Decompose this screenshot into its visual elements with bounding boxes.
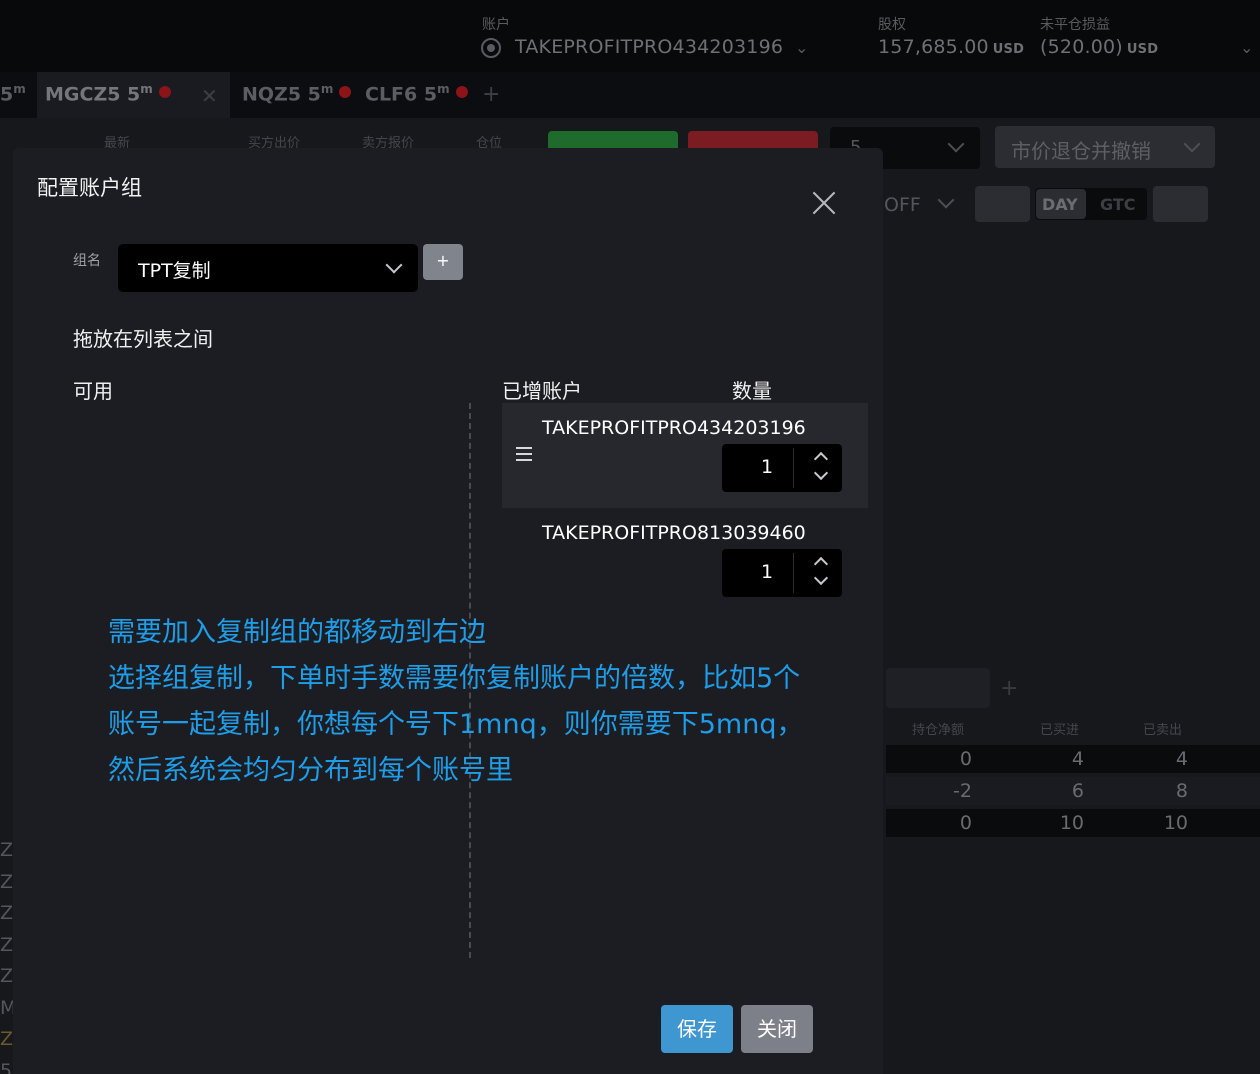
account-icon [481, 38, 501, 58]
tif-day[interactable]: DAY [1042, 195, 1078, 214]
account-label: 账户 [482, 17, 510, 33]
col-bought: 已买进 [1040, 723, 1080, 738]
add-tab-icon[interactable]: + [482, 82, 500, 107]
chevron-up-icon[interactable] [806, 551, 836, 572]
added-account-item[interactable]: TAKEPROFITPRO813039460 1 [502, 508, 868, 613]
table-row[interactable]: 0 10 10 [886, 809, 1260, 837]
chevron-up-icon[interactable] [806, 446, 836, 467]
group-name-value: TPT复制 [138, 260, 211, 282]
table-row[interactable]: -2 6 8 [886, 777, 1260, 805]
note-line: 然后系统会均匀分布到每个账号里 [108, 755, 513, 786]
quantity-stepper[interactable]: 1 [722, 444, 842, 492]
add-group-button[interactable]: + [423, 244, 463, 280]
close-icon[interactable] [809, 188, 839, 218]
annotation-note: 需要加入复制组的都移动到右边 选择组复制，下单时手数需要你复制账户的倍数，比如5… [108, 610, 803, 794]
quantity-value[interactable]: 1 [722, 561, 812, 583]
table-row[interactable]: 0 4 4 [886, 745, 1260, 773]
quantity-stepper[interactable]: 1 [722, 549, 842, 597]
quantity-value[interactable]: 1 [722, 456, 812, 478]
tab-partial[interactable]: 5m [0, 82, 26, 105]
chevron-down-icon [937, 191, 955, 209]
configure-account-group-dialog: 配置账户组 组名 TPT复制 + 拖放在列表之间 可用 已增账户 数量 TAKE… [13, 148, 883, 1074]
added-list-header: 已增账户 [502, 379, 582, 403]
chevron-down-icon[interactable]: ⌄ [795, 38, 808, 57]
tab-clf6[interactable]: CLF6 5m [365, 82, 468, 105]
account-name: TAKEPROFITPRO813039460 [542, 522, 806, 544]
col-sold: 已卖出 [1143, 723, 1183, 738]
added-account-item[interactable]: TAKEPROFITPRO434203196 1 [502, 403, 868, 508]
unrealized-value: (520.00) USD [1040, 36, 1159, 58]
tab-nqz5[interactable]: NQZ5 5m [242, 82, 352, 105]
note-line: 需要加入复制组的都移动到右边 [108, 617, 486, 648]
col-net-position: 持仓净额 [912, 723, 965, 738]
tab-mgcz5[interactable]: MGCZ5 5m [45, 82, 171, 105]
chart-tabs: 5m MGCZ5 5m NQZ5 5m CLF6 5m [0, 72, 1260, 118]
add-panel-icon[interactable]: + [1000, 676, 1018, 701]
save-button[interactable]: 保存 [661, 1005, 733, 1053]
bracket-off-label[interactable]: OFF [884, 194, 921, 216]
chevron-down-icon [385, 256, 403, 274]
quantity-header: 数量 [732, 379, 772, 403]
chevron-down-icon[interactable] [806, 570, 836, 593]
top-bar: 账户 TAKEPROFITPRO434203196 ⌄ 股权 157,685.0… [0, 0, 1260, 72]
account-selector[interactable]: TAKEPROFITPRO434203196 [515, 36, 783, 58]
live-dot-icon [339, 86, 352, 99]
side-symbol-column: ZZZZZMZ5E [0, 839, 24, 1074]
settings-gear-icon[interactable] [975, 186, 1030, 222]
group-name-label: 组名 [73, 253, 101, 269]
flatten-cancel-label: 市价退仓并撤销 [1011, 139, 1151, 163]
group-name-select[interactable]: TPT复制 [118, 244, 418, 292]
note-line: 账号一起复制，你想每个号下1mnq，则你需要下5mnq， [108, 709, 804, 740]
tif-gtc[interactable]: GTC [1100, 195, 1136, 214]
available-list-header: 可用 [73, 379, 113, 403]
unrealized-label: 未平仓损益 [1040, 17, 1110, 33]
settings-gear-icon[interactable] [1153, 186, 1208, 222]
account-name: TAKEPROFITPRO434203196 [542, 417, 806, 439]
drag-hint: 拖放在列表之间 [73, 327, 213, 351]
positions-toolbar [886, 668, 990, 708]
chevron-down-icon[interactable] [806, 465, 836, 488]
close-tab-icon[interactable]: ✕ [201, 84, 218, 108]
chevron-down-icon[interactable]: ⌄ [1240, 38, 1253, 57]
drag-handle-icon[interactable] [516, 447, 532, 461]
equity-value: 157,685.00 USD [878, 36, 1025, 58]
equity-label: 股权 [878, 17, 906, 33]
note-line: 选择组复制，下单时手数需要你复制账户的倍数，比如5个 [108, 663, 801, 694]
live-dot-icon [455, 86, 468, 99]
close-button[interactable]: 关闭 [741, 1005, 813, 1053]
dialog-title: 配置账户组 [37, 176, 142, 200]
live-dot-icon [158, 86, 171, 99]
